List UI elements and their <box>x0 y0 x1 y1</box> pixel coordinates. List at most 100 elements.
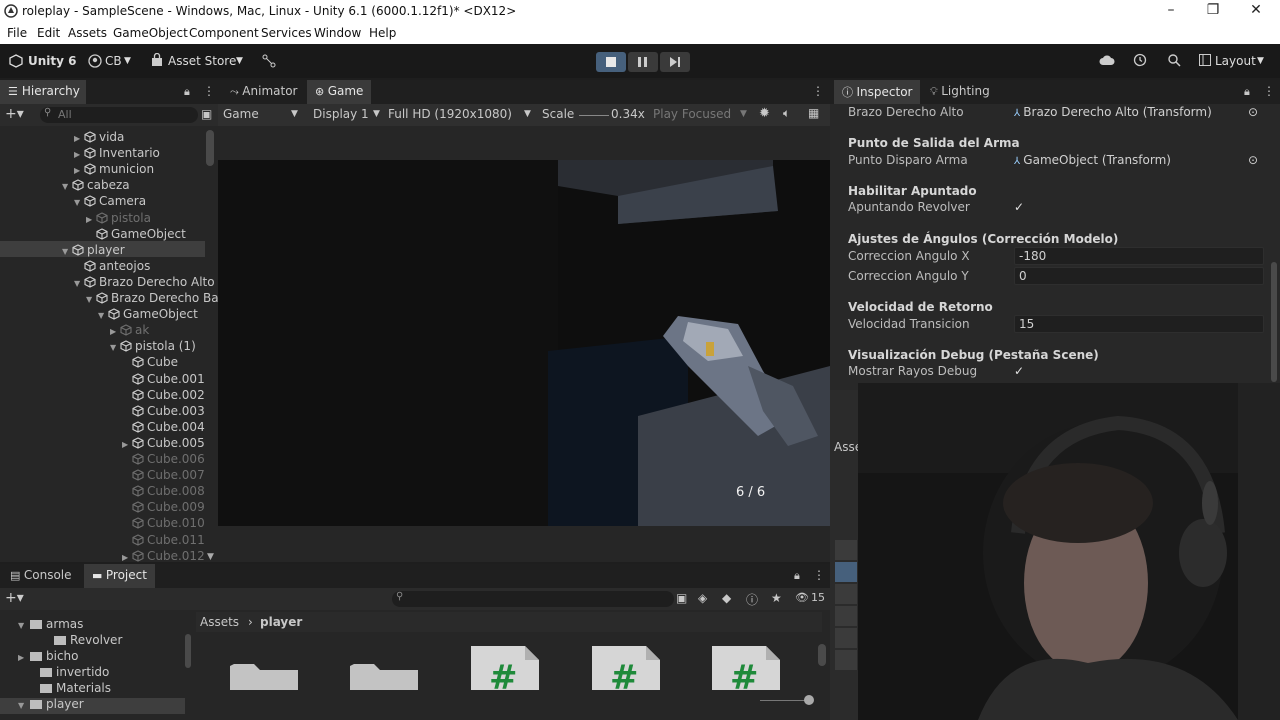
expand-arrow-icon[interactable]: ▼ <box>62 244 72 260</box>
scroll-down-arrow-icon[interactable]: ▼ <box>207 549 214 565</box>
favorite-star-icon[interactable]: ★ <box>771 591 782 605</box>
expand-arrow-icon[interactable]: ▼ <box>110 340 120 356</box>
zoom-slider-handle[interactable] <box>804 695 814 705</box>
hierarchy-item[interactable]: Cube.002 <box>122 387 205 403</box>
inspector-scrollbar[interactable] <box>1271 262 1277 382</box>
expand-arrow-icon[interactable]: ▼ <box>86 292 96 308</box>
expand-arrow-icon[interactable]: ▼ <box>62 179 72 195</box>
hierarchy-item[interactable]: ▼ player <box>62 242 125 258</box>
hierarchy-item[interactable]: Cube.011 <box>122 532 205 548</box>
cloud-icon[interactable] <box>1099 54 1115 66</box>
hierarchy-item[interactable]: ▼ Brazo Derecho Alto <box>74 274 215 290</box>
folder-tree-item[interactable]: Revolver <box>42 632 122 648</box>
breadcrumb-player[interactable]: player <box>260 615 302 629</box>
object-picker-icon[interactable]: ⊙ <box>1248 105 1258 119</box>
hierarchy-item[interactable]: ▼ Camera <box>74 193 146 209</box>
display-dropdown[interactable]: Display 1 <box>313 107 369 121</box>
pause-button[interactable] <box>628 52 658 72</box>
folder-tree-item[interactable]: ▶ bicho <box>18 648 79 664</box>
hierarchy-item[interactable]: GameObject <box>86 226 186 242</box>
bug-icon[interactable]: ✹ <box>759 106 770 121</box>
hierarchy-item[interactable]: ▼ GameObject <box>98 306 198 322</box>
number-field[interactable]: 0 <box>1014 267 1264 285</box>
transform-tool-icon[interactable] <box>835 650 857 670</box>
hierarchy-item[interactable]: Cube.001 <box>122 371 205 387</box>
number-field[interactable]: -180 <box>1014 247 1264 265</box>
script-asset-icon[interactable]: # <box>712 646 780 698</box>
folder-asset-icon[interactable] <box>230 660 298 690</box>
more-menu-icon[interactable]: ⋮ <box>812 84 824 98</box>
hierarchy-search-input[interactable]: ⚲ All <box>40 107 198 123</box>
script-asset-icon[interactable]: # <box>471 646 539 698</box>
hierarchy-item[interactable]: Cube <box>122 354 178 370</box>
rotate-tool-icon[interactable] <box>835 584 857 604</box>
breadcrumb-assets[interactable]: Assets <box>200 615 239 629</box>
tab-hierarchy[interactable]: ☰ Hierarchy <box>0 80 86 104</box>
asset-store-dropdown[interactable]: Asset Store <box>168 54 236 68</box>
lock-icon[interactable]: 🔒︎ <box>184 85 190 99</box>
expand-arrow-icon[interactable]: ▼ <box>74 276 84 292</box>
menu-assets[interactable]: Assets <box>68 26 107 40</box>
expand-arrow-icon[interactable]: ▼ <box>18 698 30 714</box>
tab-lighting[interactable]: 💡︎ Lighting <box>922 80 998 104</box>
filter-label-icon[interactable]: ◈ <box>698 591 707 605</box>
tab-inspector[interactable]: ⓘ Inspector <box>834 80 921 104</box>
checkbox[interactable]: ✓ <box>1014 200 1028 214</box>
checkbox[interactable]: ✓ <box>1014 364 1028 378</box>
folder-asset-icon[interactable] <box>350 660 418 690</box>
move-tool-icon[interactable] <box>835 562 857 582</box>
minimize-button[interactable]: – <box>1160 2 1182 22</box>
expand-arrow-icon[interactable]: ▼ <box>74 195 84 211</box>
account-dropdown[interactable]: CB <box>105 54 122 68</box>
hierarchy-item[interactable]: Cube.009 <box>122 499 205 515</box>
folder-tree-item[interactable]: ▼ armas <box>18 616 83 632</box>
more-menu-icon[interactable]: ⋮ <box>813 568 825 582</box>
info-icon[interactable]: ⓘ <box>746 591 758 608</box>
hierarchy-item[interactable]: anteojos <box>74 258 150 274</box>
hierarchy-item[interactable]: ▼ cabeza <box>62 177 130 193</box>
rect-tool-icon[interactable] <box>835 628 857 648</box>
lock-icon[interactable]: 🔒︎ <box>794 569 800 583</box>
folder-tree-item[interactable]: Materials <box>28 680 111 696</box>
step-button[interactable] <box>660 52 690 72</box>
hierarchy-item[interactable]: Cube.006 <box>122 451 205 467</box>
project-search-input[interactable]: ⚲ <box>392 591 674 607</box>
hand-tool-icon[interactable] <box>835 540 857 560</box>
folder-tree-item[interactable]: invertido <box>28 664 109 680</box>
hierarchy-scrollbar[interactable] <box>206 130 214 166</box>
hierarchy-item[interactable]: Cube.010 <box>122 515 205 531</box>
tab-animator[interactable]: ⤳ Animator <box>222 80 305 104</box>
menu-edit[interactable]: Edit <box>37 26 60 40</box>
scale-tool-icon[interactable] <box>835 606 857 626</box>
audio-icon[interactable]: 🔈︎ <box>783 106 790 121</box>
menu-component[interactable]: Component <box>189 26 259 40</box>
version-control-icon[interactable] <box>262 54 276 68</box>
play-mode-dropdown[interactable]: Play Focused <box>653 107 731 121</box>
search-icon[interactable] <box>1167 53 1181 67</box>
stats-grid-icon[interactable]: ▦ <box>808 106 819 120</box>
hierarchy-item[interactable]: Cube.008 <box>122 483 205 499</box>
number-field[interactable]: 15 <box>1014 315 1264 333</box>
add-icon[interactable]: +▾ <box>5 590 24 606</box>
hierarchy-item[interactable]: ▶ Inventario <box>74 145 160 161</box>
folder-tree-item[interactable]: ▼ player <box>18 696 84 712</box>
expand-arrow-icon[interactable]: ▼ <box>98 308 108 324</box>
expand-arrow-icon[interactable]: ▼ <box>18 618 30 634</box>
hierarchy-item[interactable]: ▶ vida <box>74 129 124 145</box>
hierarchy-item[interactable]: Cube.003 <box>122 403 205 419</box>
resolution-dropdown[interactable]: Full HD (1920x1080) <box>388 107 512 121</box>
menu-file[interactable]: File <box>7 26 27 40</box>
stop-play-button[interactable] <box>596 52 626 72</box>
hierarchy-item[interactable]: ▶ Cube.005 <box>122 435 205 451</box>
hierarchy-item[interactable]: ▶ Cube.012 <box>122 548 205 564</box>
scene-filter-icon[interactable]: ▣ <box>201 107 212 121</box>
view-mode-dropdown[interactable]: Game <box>223 107 259 121</box>
object-reference-field[interactable]: ⅄ GameObject (Transform) <box>1014 153 1171 167</box>
history-icon[interactable] <box>1133 53 1147 67</box>
more-menu-icon[interactable]: ⋮ <box>1263 84 1275 98</box>
hierarchy-item[interactable]: ▶ pistola <box>86 210 151 226</box>
hierarchy-item[interactable]: ▶ municion <box>74 161 154 177</box>
menu-gameobject[interactable]: GameObject <box>113 26 188 40</box>
hierarchy-item[interactable]: ▼ Brazo Derecho Ba <box>86 290 219 306</box>
menu-help[interactable]: Help <box>369 26 396 40</box>
